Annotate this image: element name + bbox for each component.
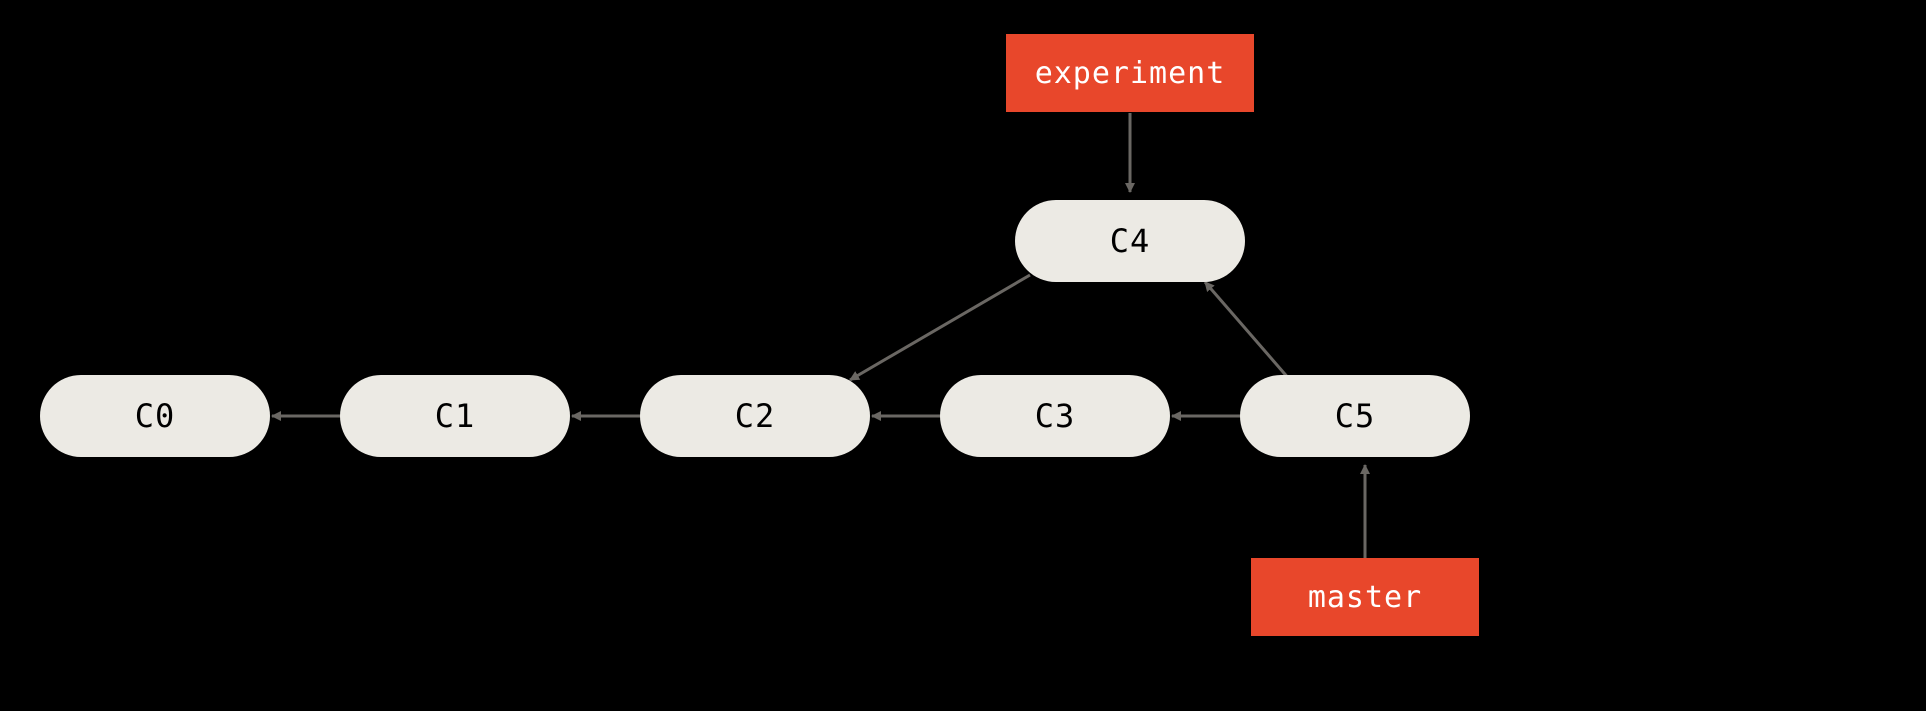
git-graph-diagram: C0 C1 C2 C3 C4 C5 experiment master (0, 0, 1926, 711)
commit-c0: C0 (40, 375, 270, 457)
branch-label-text: experiment (1035, 56, 1226, 91)
commit-c3: C3 (940, 375, 1170, 457)
branch-experiment: experiment (1006, 34, 1254, 112)
commit-label: C0 (135, 397, 176, 435)
edge-c5-c4 (1205, 282, 1290, 380)
commit-c1: C1 (340, 375, 570, 457)
commit-c5: C5 (1240, 375, 1470, 457)
commit-c4: C4 (1015, 200, 1245, 282)
commit-label: C4 (1110, 222, 1151, 260)
commit-label: C1 (435, 397, 476, 435)
commit-c2: C2 (640, 375, 870, 457)
branch-label-text: master (1308, 580, 1422, 615)
commit-label: C3 (1035, 397, 1076, 435)
commit-label: C2 (735, 397, 776, 435)
commit-label: C5 (1335, 397, 1376, 435)
edge-c4-c2 (850, 275, 1030, 380)
arrows-layer (0, 0, 1926, 711)
branch-master: master (1251, 558, 1479, 636)
